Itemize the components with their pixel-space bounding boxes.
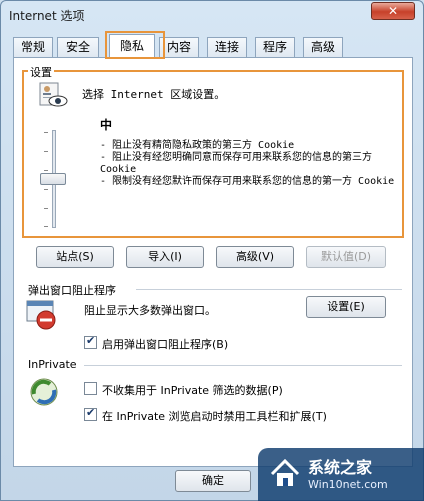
no-collect-checkbox[interactable] <box>84 382 97 395</box>
description-line: - 阻止没有精简隐私政策的第三方 Cookie <box>100 140 295 151</box>
enable-popup-blocker-label[interactable]: 启用弹出窗口阻止程序(B) <box>102 336 228 352</box>
settings-group-title: 设置 <box>28 64 54 80</box>
advanced-button[interactable]: 高级(V) <box>216 246 294 268</box>
title-bar: Internet 选项 ✕ <box>1 1 423 27</box>
disable-toolbars-checkbox[interactable] <box>84 406 97 421</box>
popup-blocker-icon <box>26 300 56 330</box>
tab-content[interactable]: 内容 <box>159 37 199 57</box>
section-divider <box>84 365 402 366</box>
description-line: - 阻止没有经您明确同意而保存可用来联系您的信息的第三方 Cookie <box>100 152 373 175</box>
tab-programs[interactable]: 程序 <box>255 37 295 57</box>
slider-tick <box>44 226 48 227</box>
watermark-subtitle: Win10net.com <box>308 478 388 491</box>
section-divider <box>136 289 402 290</box>
slider-tick <box>44 208 48 209</box>
enable-popup-blocker-checkbox[interactable] <box>84 334 97 349</box>
ok-button[interactable]: 确定 <box>175 470 251 492</box>
tab-security[interactable]: 安全 <box>57 37 99 57</box>
privacy-level: 中 <box>100 118 113 132</box>
close-button[interactable]: ✕ <box>371 2 415 20</box>
privacy-slider-thumb[interactable] <box>40 173 66 185</box>
tab-connections[interactable]: 连接 <box>207 37 247 57</box>
no-collect-label[interactable]: 不收集用于 InPrivate 筛选的数据(P) <box>102 382 283 398</box>
privacy-eye-icon <box>39 82 68 107</box>
default-button[interactable]: 默认值(D) <box>306 246 386 268</box>
popup-description: 阻止显示大多数弹出窗口。 <box>84 304 216 317</box>
slider-tick <box>44 151 48 152</box>
tab-privacy[interactable]: 隐私 <box>109 34 155 58</box>
privacy-panel: 设置 选择 Internet 区域设置。 中 - 阻止没有精简隐私政策的第三方 … <box>13 57 413 467</box>
watermark-title: 系统之家 <box>308 458 373 477</box>
popup-section-label: 弹出窗口阻止程序 <box>28 284 116 297</box>
internet-options-dialog: Internet 选项 ✕ 常规 安全 隐私 内容 连接 程序 高级 设置 选择… <box>0 0 424 501</box>
privacy-description: - 阻止没有精简隐私政策的第三方 Cookie - 阻止没有经您明确同意而保存可… <box>100 140 400 188</box>
inprivate-section-label: InPrivate <box>28 358 77 371</box>
description-line: - 限制没有经您默许而保存可用来联系您的信息的第一方 Cookie <box>100 176 395 187</box>
house-logo-icon <box>270 458 300 486</box>
inprivate-icon <box>30 378 58 406</box>
import-button[interactable]: 导入(I) <box>126 246 204 268</box>
window-title: Internet 选项 <box>9 9 85 23</box>
site-watermark: 系统之家 Win10net.com <box>258 448 424 501</box>
sites-button[interactable]: 站点(S) <box>36 246 114 268</box>
settings-prompt: 选择 Internet 区域设置。 <box>82 88 226 101</box>
slider-tick <box>44 189 48 190</box>
disable-toolbars-label[interactable]: 在 InPrivate 浏览启动时禁用工具栏和扩展(T) <box>102 408 327 424</box>
slider-tick <box>44 170 48 171</box>
popup-settings-button[interactable]: 设置(E) <box>306 296 386 318</box>
slider-tick <box>44 132 48 133</box>
settings-group: 设置 选择 Internet 区域设置。 中 - 阻止没有精简隐私政策的第三方 … <box>22 64 404 238</box>
tab-general[interactable]: 常规 <box>13 37 53 57</box>
tab-advanced[interactable]: 高级 <box>303 37 343 57</box>
